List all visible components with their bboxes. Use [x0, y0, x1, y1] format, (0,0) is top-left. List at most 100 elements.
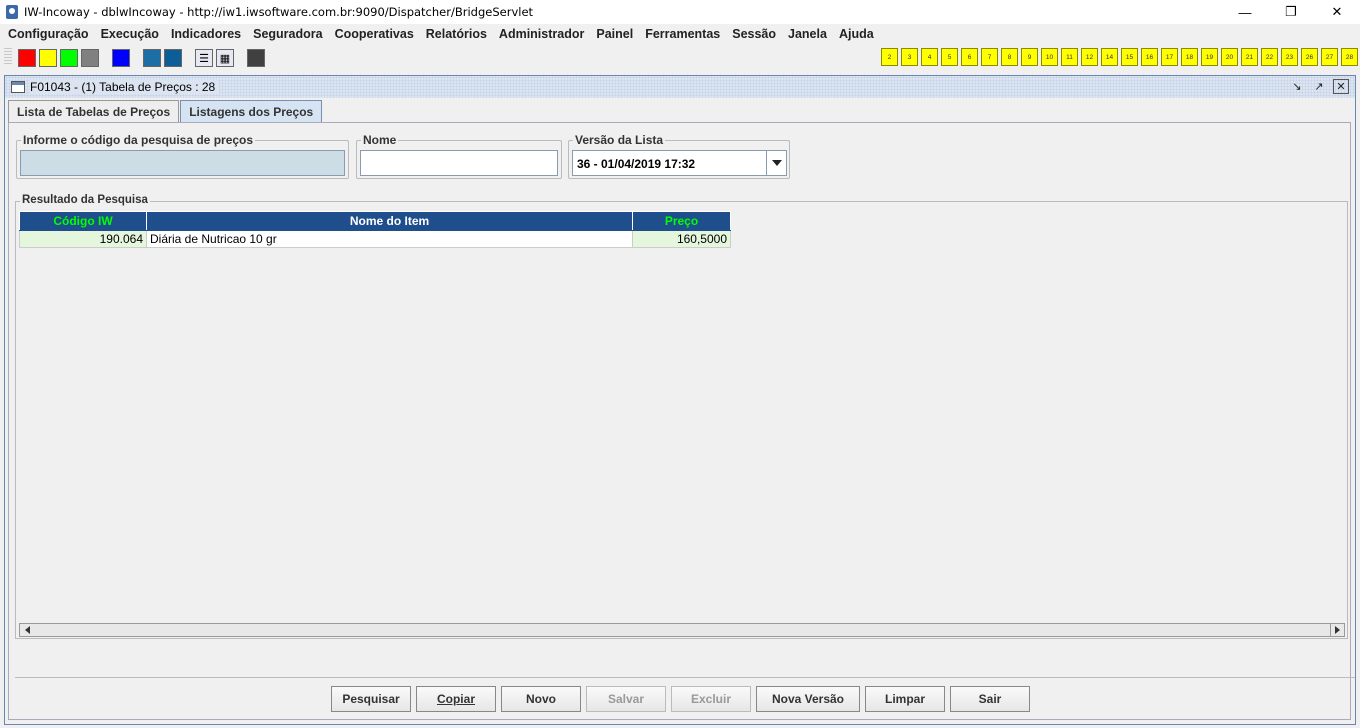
frame-close-icon[interactable]: ✕ — [1333, 79, 1349, 94]
window-number-button[interactable]: 17 — [1161, 48, 1178, 66]
color-button-gray[interactable] — [81, 49, 99, 67]
menu-seguradora[interactable]: Seguradora — [247, 27, 328, 41]
window-number-button[interactable]: 6 — [961, 48, 978, 66]
column-header-preco[interactable]: Preço — [632, 211, 731, 231]
result-group: Resultado da Pesquisa Código IW Nome do … — [15, 194, 1348, 639]
window-number-button[interactable]: 5 — [941, 48, 958, 66]
window-number-button[interactable]: 20 — [1221, 48, 1238, 66]
frame-window-icon — [11, 81, 25, 93]
menubar: Configuração Execução Indicadores Segura… — [0, 24, 1360, 44]
sair-button[interactable]: Sair — [950, 686, 1030, 712]
restore-icon[interactable]: ❐ — [1268, 0, 1314, 24]
scroll-right-icon[interactable] — [1330, 624, 1344, 636]
horizontal-scrollbar[interactable] — [19, 623, 1345, 637]
nome-group: Nome — [356, 133, 562, 179]
color-button-red[interactable] — [18, 49, 36, 67]
color-button-yellow[interactable] — [39, 49, 57, 67]
result-table: Código IW Nome do Item Preço 190.064 Diá… — [19, 211, 731, 248]
toolbar-grip[interactable] — [4, 48, 12, 66]
window-number-button[interactable]: 4 — [921, 48, 938, 66]
color-button-green[interactable] — [60, 49, 78, 67]
tab-lista-tabelas[interactable]: Lista de Tabelas de Preços — [8, 100, 180, 122]
result-label: Resultado da Pesquisa — [20, 194, 150, 206]
button-bar: Pesquisar Copiar Novo Salvar Excluir Nov… — [15, 677, 1355, 720]
window-number-button[interactable]: 15 — [1121, 48, 1138, 66]
minimize-icon[interactable]: — — [1222, 0, 1268, 24]
window-number-button[interactable]: 19 — [1201, 48, 1218, 66]
window-number-button[interactable]: 18 — [1181, 48, 1198, 66]
column-header-codigo[interactable]: Código IW — [19, 211, 147, 231]
toolbar: ☰ ▦ 2 3 4 5 6 7 8 9 10 11 12 14 15 16 17… — [0, 45, 1360, 69]
color-button-dark[interactable] — [247, 49, 265, 67]
frame-controls: ↘ ↗ ✕ — [1283, 79, 1349, 94]
nome-label: Nome — [361, 133, 399, 147]
window-number-button[interactable]: 11 — [1061, 48, 1078, 66]
chevron-down-icon[interactable] — [766, 151, 786, 175]
menu-relatorios[interactable]: Relatórios — [420, 27, 493, 41]
novo-button[interactable]: Novo — [501, 686, 581, 712]
cell-codigo[interactable]: 190.064 — [19, 230, 147, 248]
window-titlebar: IW-Incoway - dblwIncoway - http://iw1.iw… — [0, 0, 1360, 24]
nome-input[interactable] — [360, 150, 558, 176]
window-number-button[interactable]: 16 — [1141, 48, 1158, 66]
table-row[interactable]: 190.064 Diária de Nutricao 10 gr 160,500… — [19, 230, 731, 248]
codigo-group: Informe o código da pesquisa de preços — [16, 133, 349, 179]
menu-ferramentas[interactable]: Ferramentas — [639, 27, 726, 41]
cell-nome[interactable]: Diária de Nutricao 10 gr — [146, 230, 633, 248]
calculator-icon[interactable]: ▦ — [216, 49, 234, 67]
menu-cooperativas[interactable]: Cooperativas — [329, 27, 420, 41]
tree-view-icon[interactable]: ☰ — [195, 49, 213, 67]
window-number-button[interactable]: 2 — [881, 48, 898, 66]
frame-minimize-icon[interactable]: ↘ — [1289, 79, 1305, 94]
color-button-teal[interactable] — [143, 49, 161, 67]
pesquisar-button[interactable]: Pesquisar — [331, 686, 411, 712]
copiar-button[interactable]: Copiar — [416, 686, 496, 712]
window-controls: — ❐ ✕ — [1222, 0, 1360, 24]
close-icon[interactable]: ✕ — [1314, 0, 1360, 24]
menu-janela[interactable]: Janela — [782, 27, 833, 41]
color-button-darkteal[interactable] — [164, 49, 182, 67]
window-number-button[interactable]: 23 — [1281, 48, 1298, 66]
window-number-button[interactable]: 10 — [1041, 48, 1058, 66]
window-number-button[interactable]: 14 — [1101, 48, 1118, 66]
tab-listagens-precos[interactable]: Listagens dos Preços — [180, 100, 323, 122]
menu-administrador[interactable]: Administrador — [493, 27, 590, 41]
frame-titlebar[interactable]: F01043 - (1) Tabela de Preços : 28 ↘ ↗ ✕ — [5, 76, 1355, 98]
window-title: IW-Incoway - dblwIncoway - http://iw1.iw… — [24, 5, 534, 19]
frame-maximize-icon[interactable]: ↗ — [1311, 79, 1327, 94]
window-number-button[interactable]: 26 — [1301, 48, 1318, 66]
window-number-button[interactable]: 3 — [901, 48, 918, 66]
versao-label: Versão da Lista — [573, 133, 666, 147]
versao-select[interactable]: 36 - 01/04/2019 17:32 — [572, 150, 787, 176]
menu-configuracao[interactable]: Configuração — [2, 27, 95, 41]
menu-painel[interactable]: Painel — [590, 27, 639, 41]
app-logo-icon — [4, 4, 20, 20]
window-number-button[interactable]: 21 — [1241, 48, 1258, 66]
internal-frame: F01043 - (1) Tabela de Preços : 28 ↘ ↗ ✕… — [4, 75, 1356, 725]
window-number-button[interactable]: 7 — [981, 48, 998, 66]
cell-preco[interactable]: 160,5000 — [632, 230, 731, 248]
window-number-button[interactable]: 9 — [1021, 48, 1038, 66]
excluir-button: Excluir — [671, 686, 751, 712]
tab-strip: Lista de Tabelas de Preços Listagens dos… — [8, 100, 323, 122]
column-header-nome[interactable]: Nome do Item — [146, 211, 633, 231]
codigo-label: Informe o código da pesquisa de preços — [21, 133, 256, 147]
color-button-blue[interactable] — [112, 49, 130, 67]
menu-ajuda[interactable]: Ajuda — [833, 27, 880, 41]
salvar-button: Salvar — [586, 686, 666, 712]
frame-title: F01043 - (1) Tabela de Preços : 28 — [30, 80, 220, 94]
window-number-button[interactable]: 27 — [1321, 48, 1338, 66]
menu-execucao[interactable]: Execução — [95, 27, 165, 41]
versao-group: Versão da Lista 36 - 01/04/2019 17:32 — [568, 133, 790, 179]
scroll-left-icon[interactable] — [20, 624, 34, 636]
nova-versao-button[interactable]: Nova Versão — [756, 686, 860, 712]
window-number-button[interactable]: 8 — [1001, 48, 1018, 66]
codigo-input[interactable] — [20, 150, 345, 176]
limpar-button[interactable]: Limpar — [865, 686, 945, 712]
window-number-button[interactable]: 28 — [1341, 48, 1358, 66]
window-number-buttons: 2 3 4 5 6 7 8 9 10 11 12 14 15 16 17 18 … — [878, 48, 1358, 66]
window-number-button[interactable]: 22 — [1261, 48, 1278, 66]
menu-sessao[interactable]: Sessão — [726, 27, 782, 41]
window-number-button[interactable]: 12 — [1081, 48, 1098, 66]
menu-indicadores[interactable]: Indicadores — [165, 27, 247, 41]
